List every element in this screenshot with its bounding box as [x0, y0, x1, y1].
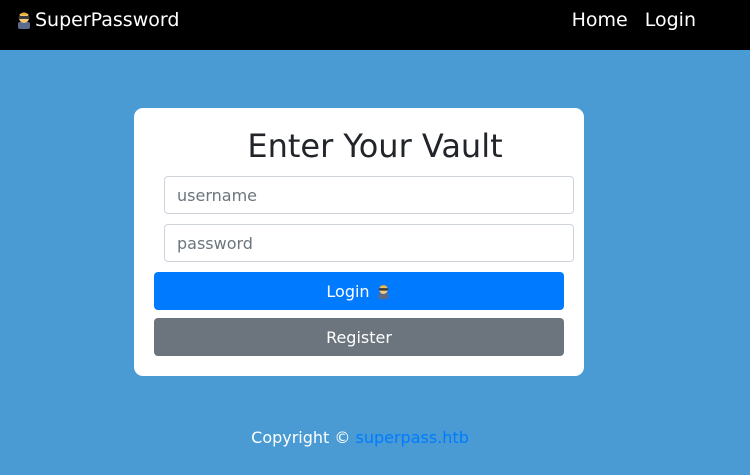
page-title: Enter Your Vault [247, 127, 503, 165]
password-input[interactable] [164, 224, 574, 262]
brand-label: SuperPassword [35, 9, 180, 31]
register-button-label: Register [326, 327, 392, 347]
agent-emoji-icon [375, 283, 392, 300]
login-button[interactable]: Login [154, 272, 564, 310]
copyright-text: Copyright © [251, 428, 351, 447]
footer-site-link[interactable]: superpass.htb [356, 428, 469, 447]
footer: Copyright © superpass.htb [0, 428, 720, 448]
nav-link-home[interactable]: Home [572, 9, 628, 31]
login-button-label: Login [326, 281, 370, 301]
agent-emoji-icon [14, 10, 34, 30]
nav-links: Home Login [572, 9, 696, 31]
register-button[interactable]: Register [154, 318, 564, 356]
username-input[interactable] [164, 176, 574, 214]
brand-link[interactable]: SuperPassword [14, 9, 179, 31]
top-navbar: SuperPassword Home Login [0, 0, 750, 50]
nav-link-login[interactable]: Login [645, 9, 696, 31]
